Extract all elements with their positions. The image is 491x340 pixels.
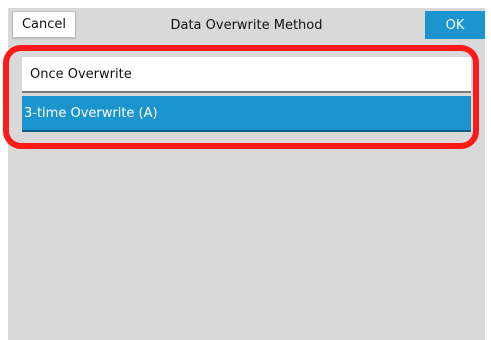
cancel-button[interactable]: Cancel (12, 11, 76, 38)
option-once-overwrite[interactable]: Once Overwrite (22, 57, 471, 93)
top-bar: Data Overwrite Method Cancel OK (8, 8, 485, 42)
dialog-title: Data Overwrite Method (170, 17, 323, 33)
option-label: Once Overwrite (30, 66, 132, 82)
option-3-time-overwrite[interactable]: 3-time Overwrite (A) (22, 96, 471, 132)
ok-button[interactable]: OK (425, 11, 485, 39)
option-label: 3-time Overwrite (A) (24, 105, 158, 121)
